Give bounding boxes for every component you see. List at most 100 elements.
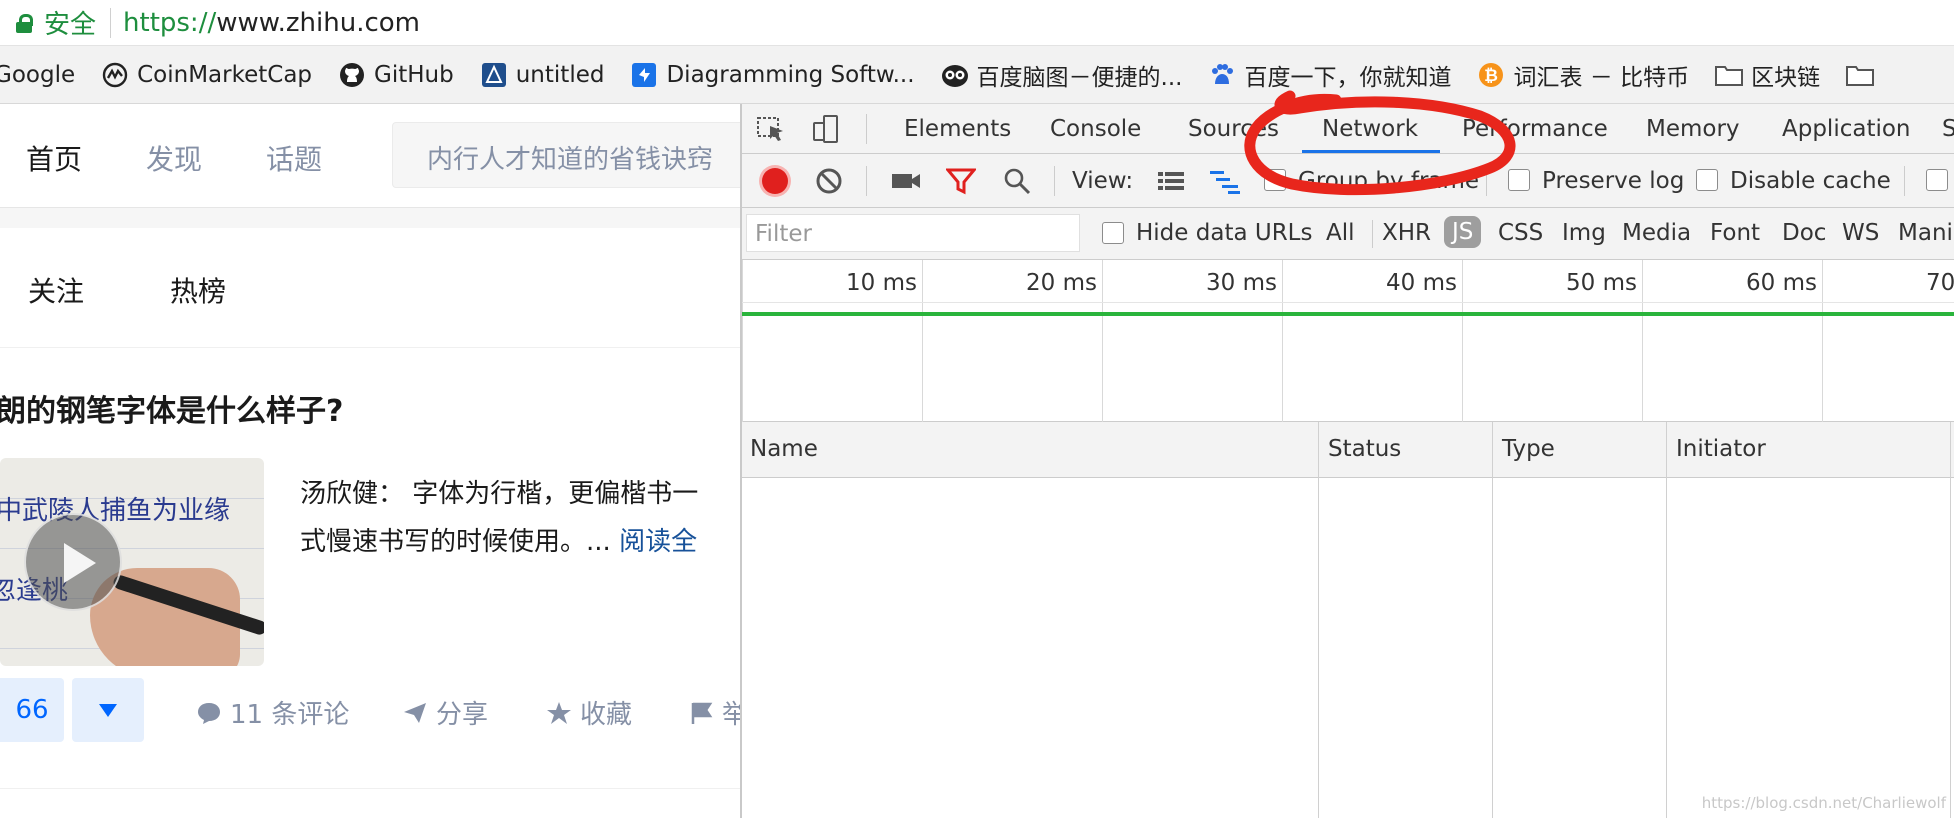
report-label: 举 <box>722 700 740 730</box>
filter-img[interactable]: Img <box>1562 220 1606 246</box>
bookmark-folder-blockchain[interactable]: 区块链 <box>1715 58 1820 92</box>
bookmark-google[interactable]: Google <box>0 62 75 88</box>
tab-hot[interactable]: 热榜 <box>170 270 226 310</box>
nav-topics[interactable]: 话题 <box>266 138 322 178</box>
bookmark-label: 词汇表 － 比特币 <box>1513 64 1690 91</box>
tab-console[interactable]: Console <box>1050 116 1141 142</box>
bookmark-diagramming-software[interactable]: Diagramming Softw... <box>630 61 915 89</box>
collect-label: 收藏 <box>580 700 633 730</box>
record-button[interactable] <box>762 168 788 194</box>
address-bar[interactable]: 安全 https:// www.zhihu.com <box>0 0 1954 46</box>
tab-elements[interactable]: Elements <box>904 116 1011 142</box>
timeline-gridline <box>1462 260 1463 422</box>
collect-button[interactable]: 收藏 <box>546 694 632 731</box>
group-by-frame-checkbox[interactable] <box>1264 169 1286 191</box>
baidu-icon <box>1208 61 1236 89</box>
bookmark-label: 百度脑图－便捷的... <box>976 64 1183 91</box>
toolbar-divider <box>1904 166 1905 196</box>
bookmark-untitled[interactable]: untitled <box>480 61 605 89</box>
report-button[interactable]: 举 <box>690 694 740 731</box>
filter-js[interactable]: JS <box>1444 216 1482 248</box>
filter-input[interactable]: Filter <box>746 214 1080 252</box>
answer-excerpt[interactable]: 汤欣健： 字体为行楷，更偏楷书一 式慢速书写的时候使用。... 阅读全 <box>300 470 740 566</box>
search-input[interactable]: 内行人才知道的省钱诀窍 <box>392 122 740 188</box>
filter-media[interactable]: Media <box>1622 220 1691 246</box>
column-divider[interactable] <box>1666 422 1667 818</box>
timeline-tick-label: 40 ms <box>1386 270 1457 296</box>
bookmark-folder-more[interactable] <box>1846 61 1882 89</box>
network-overview-timeline[interactable]: 10 ms 20 ms 30 ms 40 ms 50 ms 60 ms 70 <box>742 260 1954 422</box>
flag-icon <box>691 702 713 724</box>
hide-data-urls-checkbox[interactable] <box>1102 222 1124 244</box>
diagram-icon <box>480 61 508 89</box>
filter-all[interactable]: All <box>1326 220 1355 246</box>
filter-ws[interactable]: WS <box>1842 220 1879 246</box>
play-icon[interactable] <box>24 513 122 611</box>
filter-doc[interactable]: Doc <box>1782 220 1826 246</box>
devtools-panel: Elements Console Sources Network Perform… <box>740 104 1954 818</box>
requests-table-header: Name Status Type Initiator <box>742 422 1954 478</box>
comments-label: 11 条评论 <box>230 700 350 730</box>
preserve-log-label: Preserve log <box>1542 168 1685 194</box>
share-button[interactable]: 分享 <box>402 694 488 731</box>
bookmarks-bar: Google CoinMarketCap GitHub untitled Dia… <box>0 46 1954 104</box>
svg-text:₿: ₿ <box>1485 66 1499 86</box>
list-view-icon[interactable] <box>1156 166 1186 196</box>
bookmark-bitcoin-glossary[interactable]: ₿ 词汇表 － 比特币 <box>1477 58 1689 92</box>
nav-discover[interactable]: 发现 <box>146 138 202 178</box>
url-scheme[interactable]: https:// <box>123 8 216 38</box>
comments-button[interactable]: 11 条评论 <box>196 694 349 731</box>
search-icon[interactable] <box>1002 166 1032 196</box>
upvote-button[interactable]: 66 <box>0 678 64 742</box>
waterfall-view-icon[interactable] <box>1208 166 1240 196</box>
video-thumbnail[interactable]: 中武陵人捕鱼为业缘 忽逢桃 <box>0 458 264 666</box>
star-icon <box>547 701 571 724</box>
downvote-button[interactable] <box>72 678 144 742</box>
excerpt-line: 汤欣健： 字体为行楷，更偏楷书一 <box>300 479 699 509</box>
feed-card: 关注 热榜 朗的钢笔字体是什么样子? 中武陵人捕鱼为业缘 忽逢桃 汤欣健： 字体… <box>0 228 740 818</box>
tab-sources[interactable]: Sources <box>1188 116 1279 142</box>
device-toolbar-icon[interactable] <box>810 114 840 144</box>
video-camera-icon[interactable] <box>890 166 920 196</box>
filter-xhr[interactable]: XHR <box>1382 220 1431 246</box>
read-more-link[interactable]: 阅读全 <box>619 527 697 557</box>
clear-icon[interactable] <box>814 166 844 196</box>
tab-network[interactable]: Network <box>1322 116 1418 142</box>
column-initiator[interactable]: Initiator <box>1676 436 1766 462</box>
filter-bar: Filter Hide data URLs All XHR JS CSS Img… <box>742 208 1954 260</box>
tab-performance[interactable]: Performance <box>1462 116 1608 142</box>
filter-icon[interactable] <box>944 166 978 196</box>
column-status[interactable]: Status <box>1328 436 1401 462</box>
tab-follow[interactable]: 关注 <box>28 270 84 310</box>
column-divider[interactable] <box>1318 422 1319 818</box>
tab-application[interactable]: Application <box>1782 116 1911 142</box>
nav-home[interactable]: 首页 <box>26 138 82 178</box>
bookmark-baidu[interactable]: 百度一下，你就知道 <box>1208 58 1451 92</box>
filter-manifest[interactable]: Mani <box>1898 220 1953 246</box>
offline-checkbox[interactable] <box>1926 169 1948 191</box>
question-title[interactable]: 朗的钢笔字体是什么样子? <box>0 386 343 430</box>
lock-icon <box>16 13 33 33</box>
preserve-log-checkbox[interactable] <box>1508 169 1530 191</box>
column-name[interactable]: Name <box>750 436 818 462</box>
toolbar-divider <box>866 166 867 196</box>
bookmark-label: untitled <box>515 61 605 88</box>
inspect-element-icon[interactable] <box>756 114 786 144</box>
column-divider[interactable] <box>1492 422 1493 818</box>
column-type[interactable]: Type <box>1502 436 1555 462</box>
bookmark-coinmarketcap[interactable]: CoinMarketCap <box>101 61 312 89</box>
tab-security[interactable]: S <box>1942 116 1954 142</box>
tab-memory[interactable]: Memory <box>1646 116 1740 142</box>
column-divider[interactable] <box>1950 422 1951 818</box>
filter-font[interactable]: Font <box>1710 220 1760 246</box>
filter-css[interactable]: CSS <box>1498 220 1543 246</box>
url-host[interactable]: www.zhihu.com <box>216 8 420 38</box>
bookmark-label: Diagramming Softw... <box>666 61 915 88</box>
bookmark-github[interactable]: GitHub <box>338 61 454 89</box>
bookmark-baidu-naotu[interactable]: 百度脑图－便捷的... <box>941 58 1183 92</box>
disable-cache-checkbox[interactable] <box>1696 169 1718 191</box>
timeline-tick-label: 70 <box>1926 270 1954 296</box>
view-label: View: <box>1072 168 1134 194</box>
owl-icon <box>941 61 969 89</box>
hide-data-urls-label: Hide data URLs <box>1136 220 1313 246</box>
